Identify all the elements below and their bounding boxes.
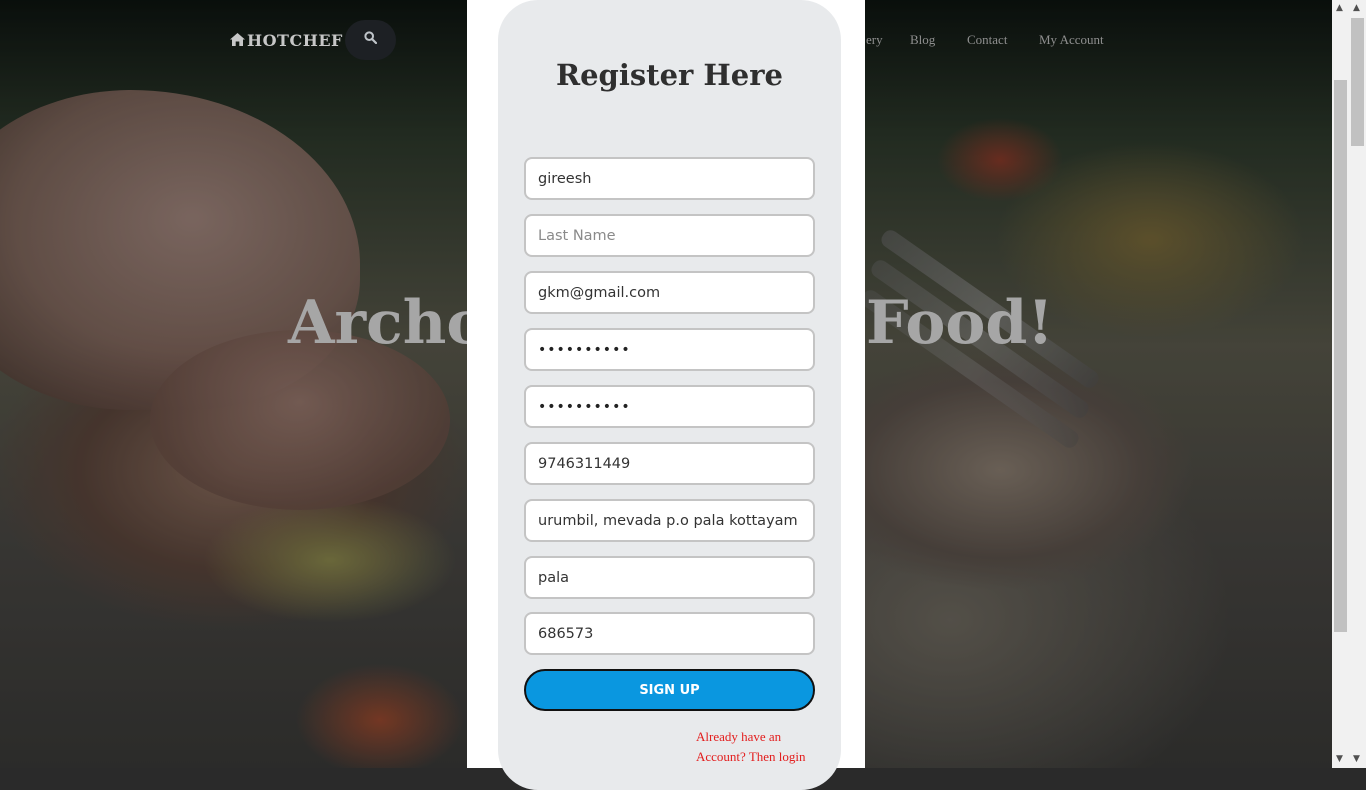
nav-link-my-account[interactable]: My Account [1039,32,1104,48]
password-input[interactable] [524,328,815,371]
brand-name: HOTCHEF [247,31,343,50]
search-icon [364,31,378,49]
register-title: Register Here [556,58,783,92]
hero-headline-left: Archo [288,288,487,358]
scroll-up-arrow-icon[interactable]: ▲ [1336,3,1343,13]
brand-logo[interactable]: HOTCHEF [230,31,343,50]
login-link[interactable]: Already have an Account? Then login [696,727,826,767]
confirm-password-input[interactable] [524,385,815,428]
nav-link-gallery[interactable]: ery [866,32,883,48]
scroll-down-arrow-icon[interactable]: ▼ [1336,754,1343,764]
phone-input[interactable] [524,442,815,485]
nav-link-contact[interactable]: Contact [967,32,1007,48]
signup-button[interactable]: SIGN UP [524,669,815,711]
first-name-input[interactable] [524,157,815,200]
window-scroll-up-arrow-icon[interactable]: ▲ [1353,3,1360,13]
window-scroll-down-arrow-icon[interactable]: ▼ [1353,754,1360,764]
last-name-input[interactable] [524,214,815,257]
address-input[interactable] [524,499,815,542]
home-icon [230,32,245,50]
window-scrollbar-thumb[interactable] [1351,18,1364,146]
search-button[interactable] [345,20,396,60]
email-input[interactable] [524,271,815,314]
page-scrollbar-thumb[interactable] [1334,80,1347,632]
nav-link-blog[interactable]: Blog [910,32,935,48]
hero-headline-right: Food! [866,288,1054,358]
city-input[interactable] [524,556,815,599]
pincode-input[interactable] [524,612,815,655]
